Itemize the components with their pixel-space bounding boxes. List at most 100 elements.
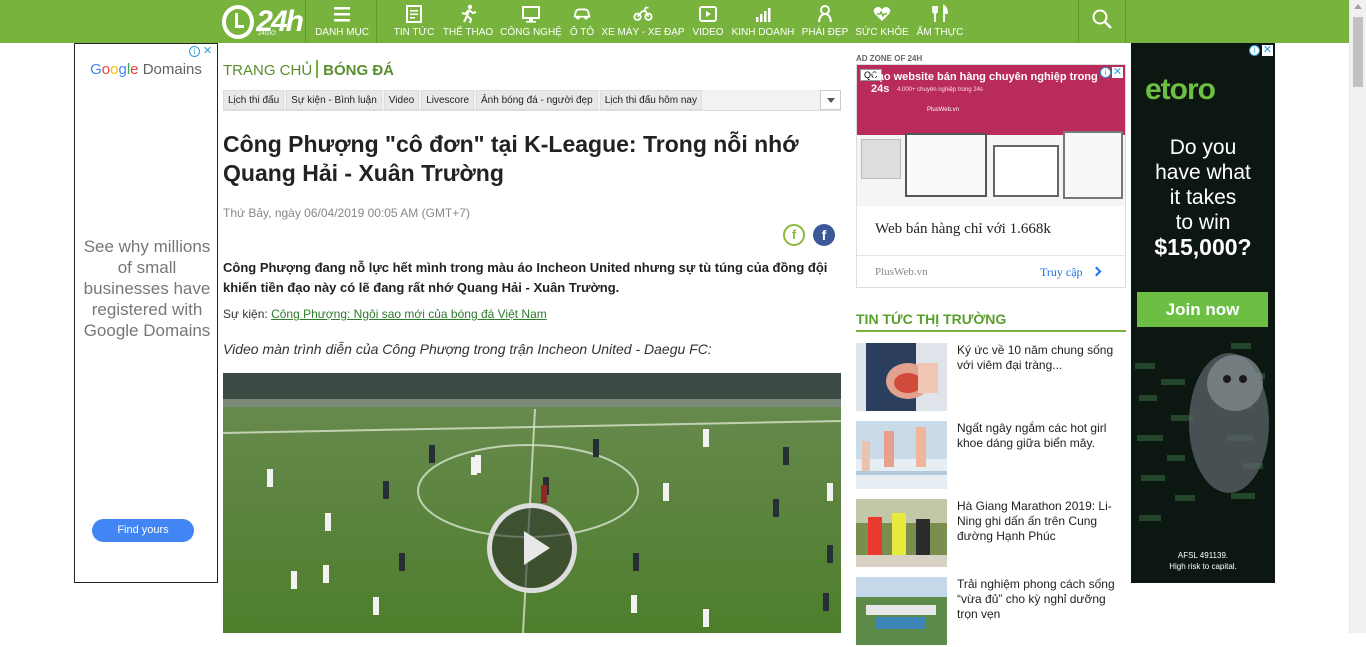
article-date: Thứ Bảy, ngày 06/04/2019 00:05 AM (GMT+7… <box>223 206 470 220</box>
nav-divider <box>376 0 377 43</box>
cutlery-icon <box>929 3 951 25</box>
share-icon[interactable]: f <box>783 224 805 246</box>
news-title[interactable]: Ngất ngây ngắm các hot girl khoe dáng gi… <box>957 421 1127 451</box>
play-icon <box>697 3 719 25</box>
nav-kinh-doanh[interactable]: KINH DOANH <box>731 0 795 43</box>
google-logo: Google <box>90 61 139 78</box>
market-news-title: TIN TỨC THỊ TRƯỜNG <box>856 311 1126 332</box>
facebook-icon[interactable]: f <box>813 224 835 246</box>
news-icon <box>403 3 425 25</box>
join-now-button[interactable]: Join now <box>1137 292 1268 327</box>
ad-domain: PlusWeb.vn <box>875 266 928 278</box>
woman-icon <box>814 3 836 25</box>
ad-copy-line: have what <box>1155 161 1251 184</box>
article-lead: Công Phượng đang nỗ lực hết mình trong m… <box>223 260 828 295</box>
tablet-mockup-image <box>993 145 1059 197</box>
subnav-item[interactable]: Lịch thi đấu hôm nay <box>599 90 702 110</box>
subnav-item[interactable]: Lịch thi đấu <box>223 90 285 110</box>
nav-label: KINH DOANH <box>731 27 795 38</box>
nav-label: DANH MỤC <box>315 27 369 38</box>
news-title[interactable]: Hà Giang Marathon 2019: Li-Ning ghi dấn … <box>957 499 1127 544</box>
nav-danh-muc[interactable]: DANH MỤC <box>315 0 369 43</box>
share-buttons: f f <box>783 224 835 246</box>
nav-tin-tuc[interactable]: TIN TỨC <box>394 0 434 43</box>
plusweb-ad[interactable]: QC Tạo website bán hàng chuyên nghiệp tr… <box>856 64 1126 288</box>
nav-video[interactable]: VIDEO <box>692 0 724 43</box>
monitor-icon <box>520 3 542 25</box>
ad-copy-line: Do you <box>1169 136 1237 159</box>
page-scrollbar[interactable] <box>1349 0 1366 633</box>
ad-close-icon[interactable]: ✕ <box>1262 45 1273 56</box>
chart-icon <box>752 3 774 25</box>
ad-choices[interactable]: i ✕ <box>1249 45 1273 56</box>
google-domains-ad[interactable]: i ✕ Google Domains See why millions of s… <box>74 43 218 583</box>
subnav-dropdown-icon[interactable] <box>820 90 841 110</box>
adchoices-info-icon[interactable]: i <box>189 46 200 57</box>
nav-cong-nghe[interactable]: CÔNG NGHỆ <box>500 0 562 43</box>
vr-headset-image <box>861 139 901 179</box>
nav-o-to[interactable]: Ô TÔ <box>570 0 594 43</box>
laptop-mockup-image <box>905 133 987 197</box>
sub-navigation: Lịch thi đấu Sự kiện - Bình luận Video L… <box>223 90 841 111</box>
breadcrumb-current[interactable]: BÓNG ĐÁ <box>323 62 394 79</box>
nav-divider <box>305 0 306 43</box>
nav-label: XE MÁY - XE ĐẠP <box>601 27 685 38</box>
ad-brand-label: Domains <box>142 61 202 78</box>
search-button[interactable] <box>1078 0 1126 43</box>
divider <box>857 255 1125 256</box>
site-logo[interactable]: 24h 24GIỜ <box>222 0 304 43</box>
news-title[interactable]: Trải nghiệm phong cách sống “vừa đủ” cho… <box>957 577 1127 622</box>
scrollbar-thumb[interactable] <box>1353 17 1363 87</box>
ad-disclaimer: AFSL 491139. High risk to capital. <box>1131 550 1275 572</box>
ad-banner-logo: PlusWeb.vn <box>927 107 959 113</box>
disclaimer-line: High risk to capital. <box>1169 562 1237 571</box>
news-title[interactable]: Ký ức về 10 năm chung sống với viêm đại … <box>957 343 1127 373</box>
market-news-item[interactable]: Ngất ngây ngắm các hot girl khoe dáng gi… <box>856 421 1126 491</box>
news-thumbnail[interactable] <box>856 577 947 645</box>
nav-label: CÔNG NGHỆ <box>500 27 562 38</box>
market-news-item[interactable]: Ký ức về 10 năm chung sống với viêm đại … <box>856 343 1126 413</box>
play-button-icon[interactable] <box>487 503 577 593</box>
motorbike-icon <box>632 3 654 25</box>
nav-am-thuc[interactable]: ẨM THỰC <box>917 0 963 43</box>
nav-xe-may[interactable]: XE MÁY - XE ĐẠP <box>601 0 685 43</box>
ad-headline[interactable]: Web bán hàng chỉ với 1.668k <box>875 221 1051 238</box>
visit-button[interactable]: Truy cập <box>1040 265 1083 280</box>
nav-suc-khoe[interactable]: SỨC KHỎE <box>855 0 909 43</box>
video-player[interactable] <box>223 373 841 633</box>
find-yours-button[interactable]: Find yours <box>92 519 194 542</box>
event-line: Sự kiện: Công Phượng: Ngôi sao mới của b… <box>223 307 547 321</box>
nav-label: Ô TÔ <box>569 27 595 38</box>
event-link[interactable]: Công Phượng: Ngôi sao mới của bóng đá Vi… <box>271 307 547 321</box>
scroll-up-arrow-icon[interactable] <box>1354 4 1362 9</box>
adchoices-info-icon[interactable]: i <box>1100 67 1111 78</box>
subnav-item[interactable]: Video <box>383 90 420 110</box>
ad-brand: Google Domains <box>75 61 217 78</box>
nav-the-thao[interactable]: THỂ THAO <box>443 0 493 43</box>
news-thumbnail[interactable] <box>856 421 947 489</box>
market-news-item[interactable]: Trải nghiệm phong cách sống “vừa đủ” cho… <box>856 577 1126 647</box>
phone-mockup-image <box>1063 131 1123 199</box>
brand-sub: 24GIỜ <box>258 31 277 37</box>
market-news-item[interactable]: Hà Giang Marathon 2019: Li-Ning ghi dấn … <box>856 499 1126 569</box>
ad-close-icon[interactable]: ✕ <box>1112 67 1123 78</box>
article-title: Công Phượng "cô đơn" tại K-League: Trong… <box>223 131 799 186</box>
nav-phai-dep[interactable]: PHÁI ĐẸP <box>802 0 848 43</box>
subnav-item[interactable]: Sự kiện - Bình luận <box>286 90 382 110</box>
news-thumbnail[interactable] <box>856 343 947 411</box>
ad-close-icon[interactable]: ✕ <box>202 46 213 57</box>
news-thumbnail[interactable] <box>856 499 947 567</box>
ad-choices[interactable]: i ✕ <box>189 46 213 57</box>
adchoices-info-icon[interactable]: i <box>1249 45 1260 56</box>
nav-label: VIDEO <box>692 27 724 38</box>
search-icon <box>1091 8 1113 35</box>
disclaimer-line: AFSL 491139. <box>1177 551 1229 560</box>
subnav-item[interactable]: Livescore <box>421 90 475 110</box>
breadcrumb-divider <box>316 60 319 78</box>
breadcrumb-home[interactable]: TRANG CHỦ <box>223 62 312 79</box>
car-icon <box>571 3 593 25</box>
ad-choices[interactable]: i ✕ <box>1100 67 1123 78</box>
etoro-ad[interactable]: i ✕ etoro Do you have what it takes to w… <box>1131 43 1275 583</box>
subnav-item[interactable]: Ảnh bóng đá - người đẹp <box>476 90 598 110</box>
ad-copy-line: to win <box>1175 211 1231 234</box>
